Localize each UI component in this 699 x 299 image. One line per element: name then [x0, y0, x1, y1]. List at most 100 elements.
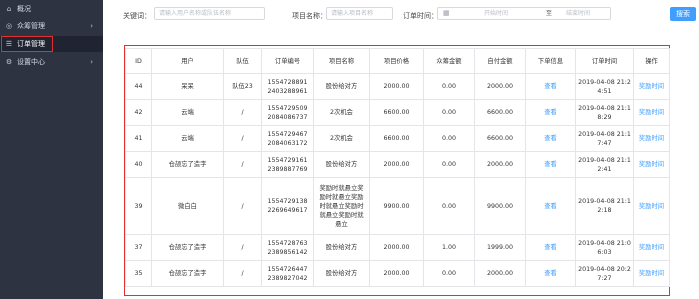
- cell-self-amount: 2000.00: [474, 73, 526, 100]
- cell-project-price: 2000.00: [369, 73, 424, 100]
- search-bar: 关键词： 请输入用户名称或队伍名称 项目名称： 请输入项目名称 订单时间： ▦ …: [103, 0, 699, 30]
- column-header: 操作: [633, 48, 670, 74]
- cell-id: 44: [125, 73, 152, 100]
- cell-project-price: 6600.00: [369, 125, 424, 152]
- cell-team: /: [223, 125, 262, 152]
- column-header: 众筹金额: [423, 48, 475, 74]
- cell-project-price: 2000.00: [369, 260, 424, 287]
- cell-user: 云端: [151, 125, 224, 152]
- cell-team: /: [223, 260, 262, 287]
- table-header: ID 用户 队伍 订单编号 项目名称 项目价格 众筹金额 自付金额 下单信息 订单时间 操作: [125, 48, 670, 74]
- cell-self-amount: 2000.00: [474, 151, 526, 178]
- cell-project-name: 2次机会: [313, 125, 370, 152]
- cell-order-time: 2019-04-08 21:1 2:18: [575, 177, 634, 235]
- column-header: ID: [125, 48, 152, 74]
- cell-project-price: 2000.00: [369, 151, 424, 178]
- view-order-link[interactable]: 查看: [525, 260, 576, 287]
- reward-time-link[interactable]: 奖励时间: [633, 260, 670, 287]
- column-header: 项目名称: [313, 48, 370, 74]
- cell-id: 40: [125, 151, 152, 178]
- order-time-label: 订单时间：: [403, 12, 438, 20]
- cell-self-amount: 6600.00: [474, 125, 526, 152]
- start-date-input[interactable]: 开始时间: [484, 8, 508, 19]
- view-order-link[interactable]: 查看: [525, 177, 576, 235]
- cell-project-price: 9900.00: [369, 177, 424, 235]
- cell-order-number: 1554729467 2084063172: [261, 125, 314, 152]
- cell-order-time: 2019-04-08 21:1 8:29: [575, 99, 634, 126]
- cell-user: 仓颉忘了造字: [151, 234, 224, 261]
- cell-id: 42: [125, 99, 152, 126]
- cell-order-number: 1554729509 2084086737: [261, 99, 314, 126]
- project-input[interactable]: 请输入项目名称: [326, 7, 393, 20]
- sidebar-item-crowdfunding[interactable]: ◎ 众筹管理 ›: [0, 18, 103, 34]
- reward-time-link[interactable]: 奖励时间: [633, 73, 670, 100]
- keyword-input[interactable]: 请输入用户名称或队伍名称: [154, 7, 265, 20]
- cell-self-amount: 6600.00: [474, 99, 526, 126]
- home-icon: ⌂: [6, 5, 12, 13]
- end-date-input[interactable]: 结束时间: [566, 8, 590, 19]
- cell-order-time: 2019-04-08 21:0 6:03: [575, 234, 634, 261]
- cell-crowd-amount: 1.00: [423, 234, 475, 261]
- date-range-picker[interactable]: ▦ 开始时间 至 结束时间: [437, 7, 611, 20]
- view-order-link[interactable]: 查看: [525, 234, 576, 261]
- cell-project-name: 股份给对方: [313, 260, 370, 287]
- table-row: 35 仓颉忘了造字/1554726447 2389827042 股份给对方 2000.…: [125, 260, 670, 287]
- sidebar-item-settings[interactable]: ⚙ 设置中心 ›: [0, 54, 103, 70]
- cell-team: 队伍23: [223, 73, 262, 100]
- sidebar: ⌂ 概况 ◎ 众筹管理 › ☰ 订单管理 ⚙ 设置中心 ›: [0, 0, 103, 299]
- cell-crowd-amount: 0.00: [423, 73, 475, 100]
- view-order-link[interactable]: 查看: [525, 73, 576, 100]
- cell-project-name: 股份给对方: [313, 73, 370, 100]
- column-header: 用户: [151, 48, 224, 74]
- view-order-link[interactable]: 查看: [525, 99, 576, 126]
- view-order-link[interactable]: 查看: [525, 151, 576, 178]
- cell-project-price: 6600.00: [369, 99, 424, 126]
- table-row: 37 仓颉忘了造字/1554728763 2389856142 股份给对方 2000.…: [125, 234, 670, 261]
- column-header: 订单时间: [575, 48, 634, 74]
- cell-id: 41: [125, 125, 152, 152]
- cell-user: 呆呆: [151, 73, 224, 100]
- sidebar-item-label: 设置中心: [17, 58, 45, 66]
- column-header: 自付金额: [474, 48, 526, 74]
- reward-time-link[interactable]: 奖励时间: [633, 125, 670, 152]
- reward-time-link[interactable]: 奖励时间: [633, 151, 670, 178]
- cell-crowd-amount: 0.00: [423, 177, 475, 235]
- cell-user: 微白白: [151, 177, 224, 235]
- reward-time-link[interactable]: 奖励时间: [633, 234, 670, 261]
- gear-icon: ⚙: [5, 58, 13, 66]
- sidebar-item-label: 概况: [17, 5, 31, 13]
- cell-id: 37: [125, 234, 152, 261]
- cell-project-name: 奖励时就悬立奖 励时就悬立奖励 时就悬立奖励时 就悬立奖励时就 悬立: [313, 177, 370, 235]
- reward-time-link[interactable]: 奖励时间: [633, 177, 670, 235]
- cell-team: /: [223, 151, 262, 178]
- cell-order-time: 2019-04-08 21:1 2:41: [575, 151, 634, 178]
- cell-order-time: 2019-04-08 21:2 4:51: [575, 73, 634, 100]
- cell-crowd-amount: 0.00: [423, 99, 475, 126]
- cell-order-time: 2019-04-08 21:1 7:47: [575, 125, 634, 152]
- cell-project-name: 股份给对方: [313, 234, 370, 261]
- keyword-label: 关键词：: [123, 12, 151, 20]
- search-button[interactable]: 搜索: [670, 7, 696, 21]
- cell-team: /: [223, 177, 262, 235]
- chevron-right-icon: ›: [90, 58, 93, 66]
- cell-id: 35: [125, 260, 152, 287]
- calendar-icon: ▦: [443, 9, 450, 17]
- cell-crowd-amount: 0.00: [423, 260, 475, 287]
- sidebar-item-orders[interactable]: ☰ 订单管理: [0, 36, 103, 52]
- cell-crowd-amount: 0.00: [423, 151, 475, 178]
- range-separator: 至: [546, 10, 553, 17]
- cell-team: /: [223, 234, 262, 261]
- column-header: 项目价格: [369, 48, 424, 74]
- cell-order-number: 1554728763 2389856142: [261, 234, 314, 261]
- cell-self-amount: 9900.00: [474, 177, 526, 235]
- cell-order-number: 1554726447 2389827042: [261, 260, 314, 287]
- cell-self-amount: 2000.00: [474, 260, 526, 287]
- view-order-link[interactable]: 查看: [525, 125, 576, 152]
- chevron-right-icon: ›: [90, 22, 93, 30]
- reward-time-link[interactable]: 奖励时间: [633, 99, 670, 126]
- table-row: 40 仓颉忘了造字/1554729161 2389887769 股份给对方 2000.…: [125, 151, 670, 178]
- cell-project-name: 股份给对方: [313, 151, 370, 178]
- sidebar-item-overview[interactable]: ⌂ 概况: [0, 1, 103, 17]
- cell-project-price: 2000.00: [369, 234, 424, 261]
- cell-order-number: 1554728891 2403288961: [261, 73, 314, 100]
